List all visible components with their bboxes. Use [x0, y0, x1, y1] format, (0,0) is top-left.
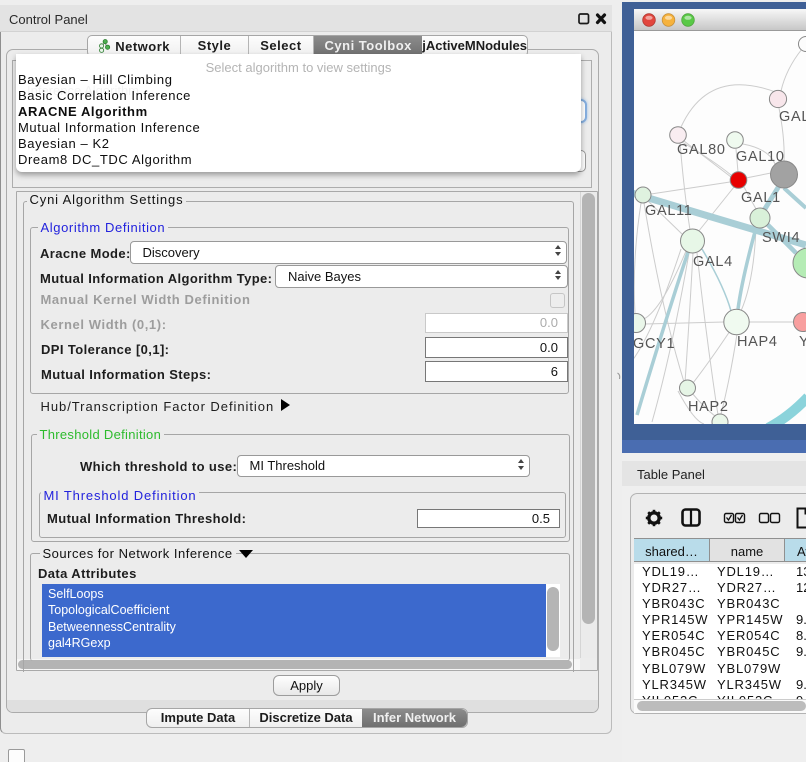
- svg-text:SWI4: SWI4: [762, 230, 800, 246]
- svg-text:GAL11: GAL11: [645, 203, 693, 219]
- svg-text:Y: Y: [799, 334, 806, 350]
- svg-text:GAL80: GAL80: [677, 142, 726, 158]
- svg-text:GAL4: GAL4: [693, 254, 733, 270]
- svg-text:GAL7: GAL7: [779, 109, 806, 125]
- svg-text:GCY1: GCY1: [634, 336, 675, 352]
- svg-text:HAP4: HAP4: [737, 334, 778, 350]
- svg-text:GAL10: GAL10: [736, 149, 785, 165]
- svg-text:HAP2: HAP2: [688, 399, 729, 415]
- svg-text:GAL1: GAL1: [741, 190, 781, 206]
